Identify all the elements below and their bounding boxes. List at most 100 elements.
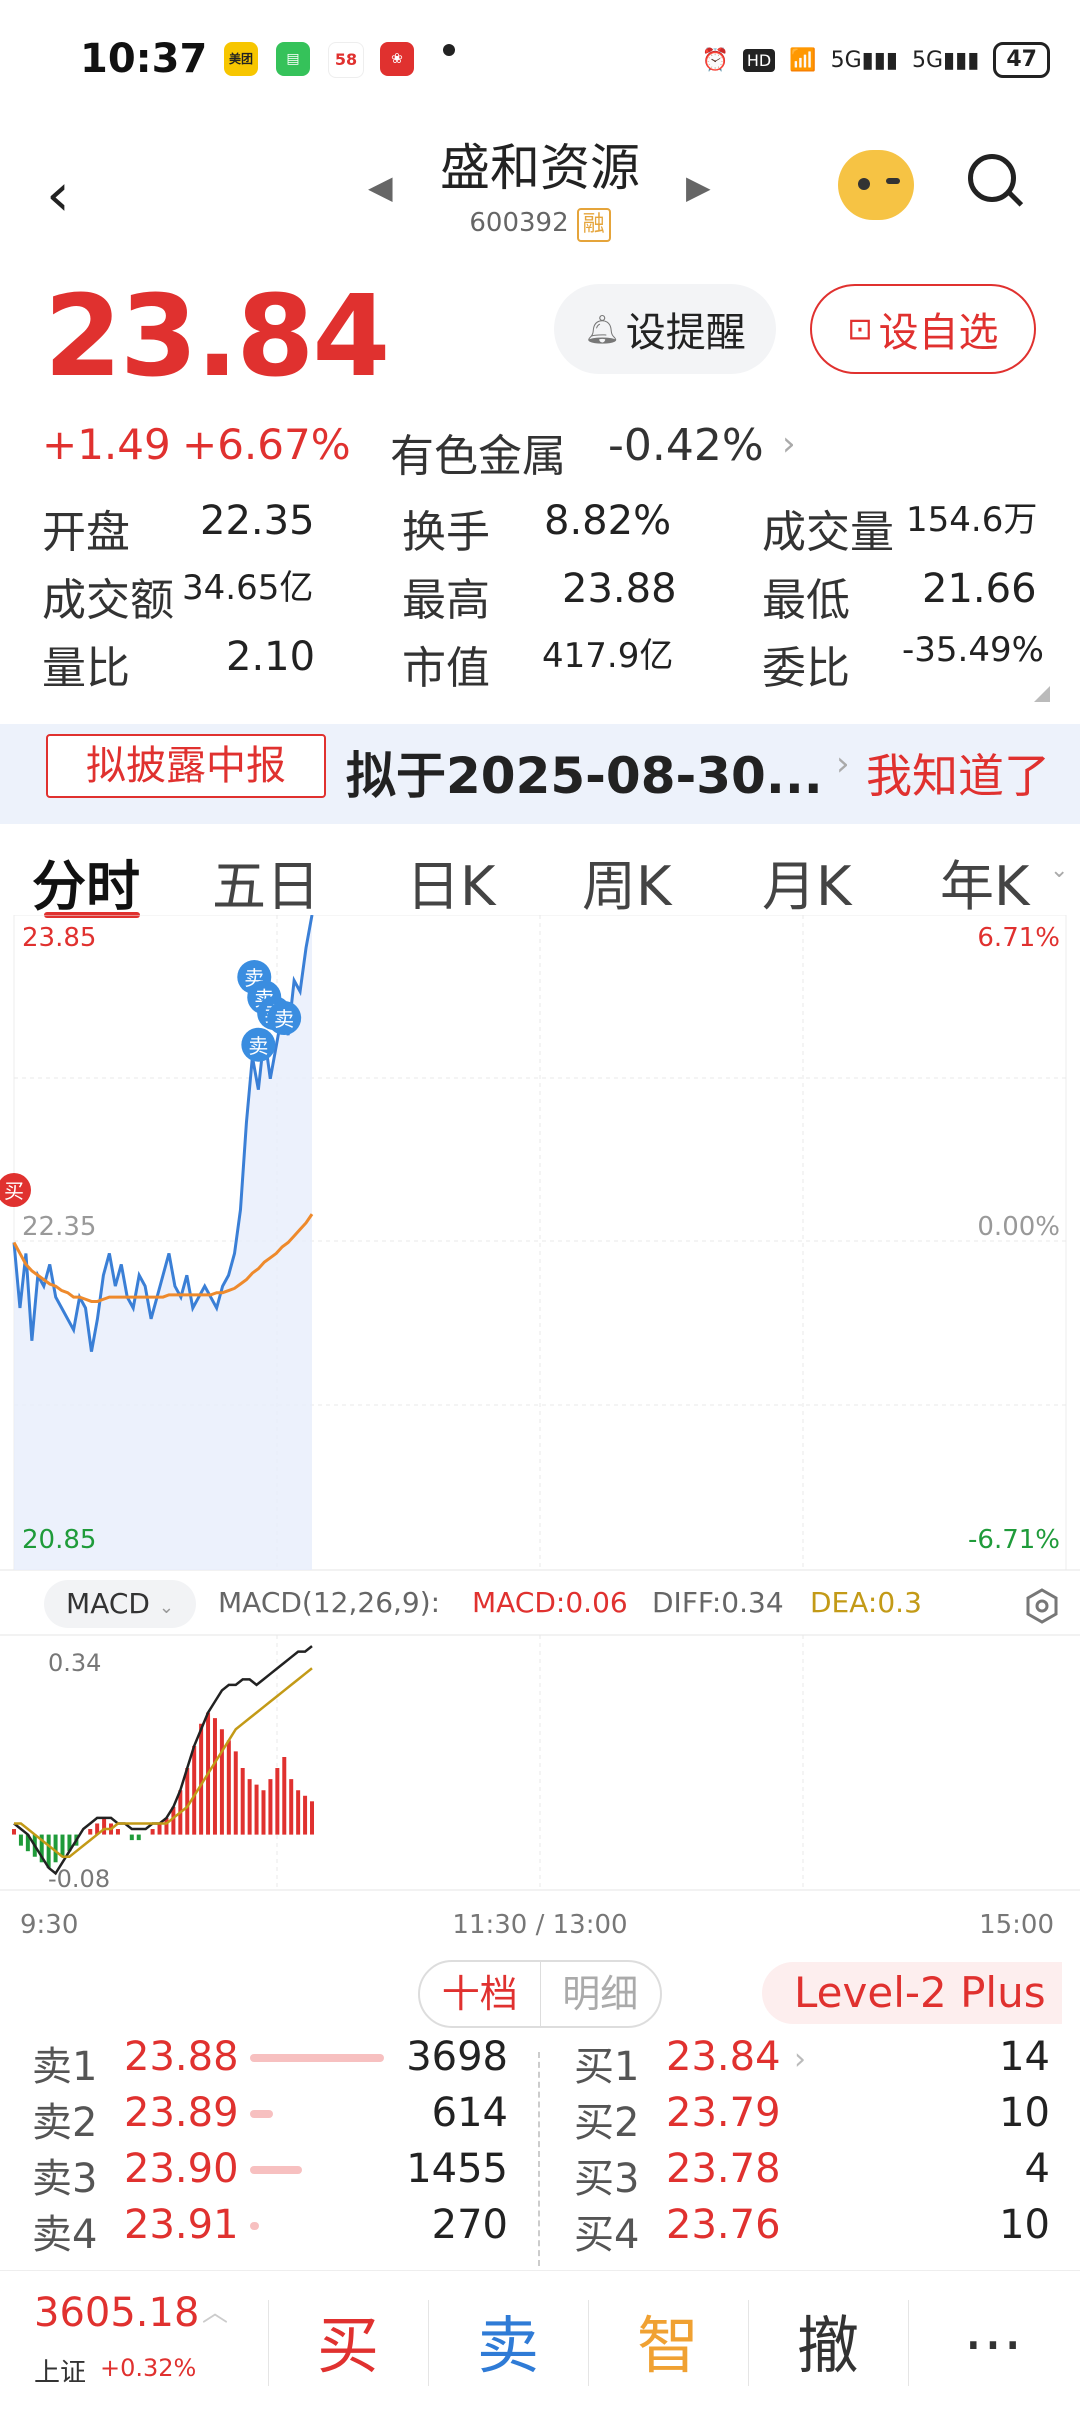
ask-volume-bar — [250, 2222, 260, 2230]
tab-yearly-k[interactable]: 年K — [940, 842, 1029, 921]
tab-five-day[interactable]: 五日 — [212, 842, 320, 921]
ask-label: 卖1 — [32, 2044, 98, 2090]
sector-change[interactable]: -0.42% — [608, 420, 764, 471]
ask-volume: 614 — [431, 2090, 508, 2136]
signal-5g-icon-1: 5G▮▮▮ — [830, 47, 898, 73]
intraday-chart[interactable]: 卖卖卖卖卖买 23.85 22.35 20.85 6.71% 0.00% -6.… — [0, 915, 1080, 1945]
order-book-toggle[interactable]: 十档 明细 — [418, 1960, 662, 2028]
bid-label: 买2 — [574, 2100, 640, 2146]
order-book-divider — [538, 2052, 542, 2266]
bid-label: 买1 — [574, 2044, 640, 2090]
expand-corner-icon[interactable] — [1034, 686, 1050, 702]
sell-marker: 卖 — [267, 1001, 302, 1035]
bid-price: 23.79 — [666, 2090, 781, 2136]
dea-line — [14, 1667, 313, 1858]
sell-marker-label: 卖 — [274, 1007, 294, 1031]
notice-text[interactable]: 拟于2025-08-30... — [346, 736, 823, 808]
sell-button[interactable]: 卖 — [428, 2296, 588, 2396]
bid-volume: 4 — [1024, 2146, 1050, 2192]
ask-label: 卖3 — [32, 2156, 98, 2202]
ask-price: 23.91 — [124, 2202, 239, 2248]
chevron-up-icon[interactable]: ︿ — [202, 2292, 228, 2329]
stat-value-amount: 34.65亿 — [182, 568, 314, 608]
stock-code-line: 600392 融 — [0, 208, 1080, 242]
diff-line — [13, 1645, 313, 1876]
sector-name[interactable]: 有色金属 — [390, 420, 566, 484]
stat-label-volume: 成交量 — [762, 507, 894, 558]
notification-dot-icon — [443, 44, 455, 56]
macd-y-label-top: 0.34 — [48, 1649, 101, 1677]
bid-price: 23.78 — [666, 2146, 781, 2192]
bid-volume: 10 — [999, 2090, 1050, 2136]
macd-params: MACD(12,26,9): — [218, 1586, 441, 1619]
buy-button[interactable]: 买 — [268, 2296, 428, 2396]
chevron-down-icon[interactable]: ⌄ — [1050, 858, 1068, 883]
macd-value: MACD:0.06 — [472, 1586, 628, 1619]
wifi-icon: 📶 — [789, 47, 817, 73]
stat-value-high: 23.88 — [562, 566, 677, 612]
x-label-start: 9:30 — [20, 1910, 78, 1940]
tab-weekly-k[interactable]: 周K — [582, 842, 671, 921]
stat-value-open: 22.35 — [200, 498, 315, 544]
current-price: 23.84 — [44, 272, 390, 402]
level2-plus-button[interactable]: Level-2 Plus › — [762, 1962, 1062, 2077]
y-label-bottom-right: -6.71% — [968, 1525, 1060, 1555]
bid-price: 23.76 — [666, 2202, 781, 2248]
meituan-app-icon: 美团 — [224, 42, 258, 76]
notice-dismiss-button[interactable]: 我知道了 — [866, 740, 1050, 806]
bid-volume: 10 — [999, 2202, 1050, 2248]
y-label-top-left: 23.85 — [22, 923, 96, 953]
stock-code: 600392 — [469, 208, 569, 238]
tab-intraday[interactable]: 分时 — [32, 842, 140, 921]
ask-volume: 1455 — [406, 2146, 508, 2192]
hd-icon: HD — [742, 48, 776, 72]
stat-label-bid-ratio: 委比 — [762, 643, 850, 694]
stock-name: 盛和资源 — [440, 139, 640, 197]
smart-button[interactable]: 智 — [588, 2296, 748, 2396]
stat-value-bid-ratio: -35.49% — [902, 630, 1044, 670]
tab-monthly-k[interactable]: 月K — [762, 842, 851, 921]
margin-tag: 融 — [576, 208, 611, 242]
stat-label-turnover: 换手 — [402, 507, 490, 558]
chevron-right-icon[interactable]: › — [782, 424, 796, 464]
ask-price: 23.88 — [124, 2034, 239, 2080]
bid-label: 买4 — [574, 2212, 640, 2258]
cancel-order-button[interactable]: 撤 — [748, 2296, 908, 2396]
stat-label-mkt-cap: 市值 — [402, 643, 490, 694]
stat-value-vol-ratio: 2.10 — [226, 634, 316, 680]
signal-5g-icon-2: 5G▮▮▮ — [912, 47, 980, 73]
stat-value-low: 21.66 — [922, 566, 1037, 612]
ask-label: 卖2 — [32, 2100, 98, 2146]
tab-details[interactable]: 明细 — [541, 1962, 661, 2026]
indicator-selector-label: MACD — [66, 1587, 150, 1620]
index-name: 上证 — [34, 2358, 87, 2388]
stat-value-volume: 154.6万 — [906, 500, 1038, 540]
stat-label-open: 开盘 — [42, 507, 130, 558]
more-icon[interactable]: ··· — [908, 2296, 1078, 2396]
price-change-pct: +6.67% — [182, 420, 351, 469]
stat-value-turnover: 8.82% — [544, 498, 672, 544]
next-stock-icon[interactable]: ▶ — [686, 168, 711, 206]
ask-volume-bar — [250, 2110, 273, 2118]
ask-volume: 3698 — [406, 2034, 508, 2080]
add-watchlist-button[interactable]: ⊡ 设自选 — [810, 284, 1036, 374]
index-value[interactable]: 3605.18 — [34, 2290, 199, 2336]
stat-label-low: 最低 — [762, 575, 850, 626]
ask-volume-bar — [250, 2054, 384, 2062]
mascot-eye — [858, 178, 870, 190]
status-time: 10:37 — [80, 36, 208, 82]
tab-ten-levels[interactable]: 十档 — [420, 1962, 541, 2026]
level2-label: Level-2 Plus — [794, 1968, 1046, 2017]
set-alert-button[interactable]: 🔔︎ 设提醒 — [554, 284, 776, 374]
indicator-selector[interactable]: MACD ⌄ — [44, 1580, 196, 1628]
tab-daily-k[interactable]: 日K — [406, 842, 495, 921]
dea-value: DEA:0.3 — [810, 1586, 922, 1619]
settings-gear-icon[interactable] — [1024, 1588, 1060, 1624]
mascot-icon[interactable] — [838, 150, 914, 220]
ask-price: 23.90 — [124, 2146, 239, 2192]
chevron-right-icon[interactable]: › — [836, 744, 850, 784]
notice-tag: 拟披露中报 — [46, 734, 326, 798]
ask-label: 卖4 — [32, 2212, 98, 2258]
chevron-down-icon: ⌄ — [158, 1597, 174, 1618]
status-right: ⏰ HD 📶 5G▮▮▮ 5G▮▮▮ 47 — [701, 38, 1050, 82]
